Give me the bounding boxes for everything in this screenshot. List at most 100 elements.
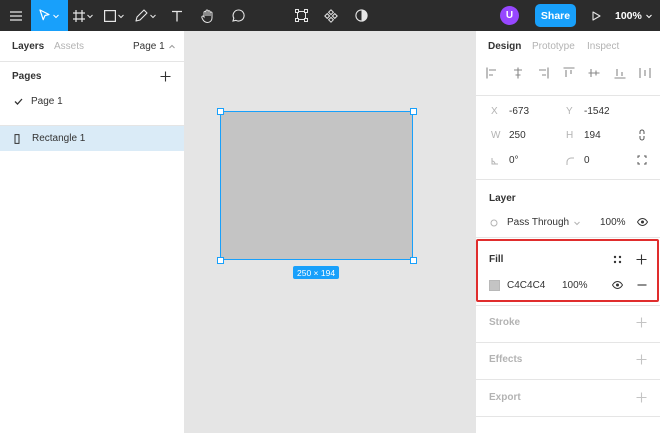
page-item-label: Page 1 bbox=[31, 96, 63, 107]
fill-color-swatch[interactable] bbox=[489, 280, 500, 291]
chevron-down-icon bbox=[118, 14, 124, 18]
layer-opacity-field[interactable]: 100% bbox=[600, 217, 626, 228]
x-value: -673 bbox=[509, 106, 530, 117]
align-right-icon[interactable] bbox=[537, 67, 549, 79]
constrain-proportions-link-icon[interactable] bbox=[638, 129, 646, 141]
play-icon bbox=[591, 10, 601, 21]
page-selector-label: Page 1 bbox=[133, 41, 165, 52]
resize-handle-top-right[interactable] bbox=[409, 107, 417, 115]
fill-opacity-value: 100% bbox=[562, 280, 588, 291]
selection-size-label: 250 × 194 bbox=[293, 266, 340, 279]
eye-icon[interactable] bbox=[637, 218, 648, 226]
align-top-icon[interactable] bbox=[563, 67, 575, 79]
transform-button[interactable] bbox=[286, 0, 316, 31]
chevron-down-icon bbox=[646, 14, 652, 18]
x-position-field[interactable]: X -673 bbox=[491, 106, 529, 117]
layers-panel: Layers Assets Page 1 Pages Page 1 Rectan… bbox=[0, 31, 185, 433]
width-field[interactable]: W 250 bbox=[491, 130, 526, 141]
y-label: Y bbox=[566, 106, 573, 117]
comment-tool-button[interactable] bbox=[223, 0, 254, 31]
export-section-title: Export bbox=[489, 392, 521, 403]
panel-divider bbox=[476, 179, 660, 180]
pen-tool-button[interactable] bbox=[130, 0, 161, 31]
tab-inspect[interactable]: Inspect bbox=[587, 41, 619, 52]
chevron-down-icon bbox=[149, 14, 156, 18]
add-export-plus-icon[interactable] bbox=[636, 392, 647, 403]
h-label: H bbox=[566, 130, 574, 141]
panel-divider bbox=[476, 342, 660, 343]
add-stroke-plus-icon[interactable] bbox=[636, 317, 647, 328]
move-tool-button[interactable] bbox=[31, 0, 68, 31]
alignment-toolbar bbox=[486, 67, 651, 79]
x-label: X bbox=[491, 106, 498, 117]
style-grid-icon[interactable] bbox=[613, 255, 622, 264]
add-effect-plus-icon[interactable] bbox=[636, 354, 647, 365]
main-menu-button[interactable] bbox=[0, 0, 31, 31]
panel-divider bbox=[476, 237, 660, 238]
page-selector[interactable]: Page 1 bbox=[133, 41, 176, 52]
components-button[interactable] bbox=[316, 0, 346, 31]
selected-rectangle[interactable] bbox=[220, 111, 413, 260]
corner-radius-icon bbox=[566, 157, 574, 165]
blend-mode-dropdown[interactable]: Pass Through bbox=[507, 217, 581, 228]
add-fill-plus-icon[interactable] bbox=[636, 254, 647, 265]
fill-opacity-field[interactable]: 100% bbox=[562, 280, 588, 291]
hand-tool-button[interactable] bbox=[192, 0, 223, 31]
blend-mode-value: Pass Through bbox=[507, 217, 570, 228]
eye-icon[interactable] bbox=[612, 281, 623, 289]
tab-layers[interactable]: Layers bbox=[12, 41, 44, 52]
hamburger-icon bbox=[9, 10, 22, 21]
independent-corners-icon[interactable] bbox=[637, 155, 647, 165]
resize-handle-bottom-left[interactable] bbox=[216, 256, 224, 264]
layer-item-label: Rectangle 1 bbox=[32, 133, 86, 144]
page-item-page-1[interactable]: Page 1 bbox=[14, 96, 63, 107]
resize-handle-bottom-right[interactable] bbox=[409, 256, 417, 264]
y-position-field[interactable]: Y -1542 bbox=[566, 106, 610, 117]
align-left-icon[interactable] bbox=[486, 67, 498, 79]
left-panel-tabs: Layers Assets Page 1 bbox=[0, 31, 184, 62]
panel-divider bbox=[476, 379, 660, 380]
frame-tool-button[interactable] bbox=[68, 0, 99, 31]
layer-item-rectangle-1[interactable]: Rectangle 1 bbox=[0, 126, 184, 151]
distribute-horizontal-icon[interactable] bbox=[639, 67, 651, 79]
tab-prototype[interactable]: Prototype bbox=[532, 41, 575, 52]
fill-section-highlight bbox=[476, 239, 659, 302]
panel-divider bbox=[476, 95, 660, 96]
text-tool-button[interactable] bbox=[161, 0, 192, 31]
resize-handle-top-left[interactable] bbox=[216, 107, 224, 115]
corner-radius-field[interactable]: 0 bbox=[566, 155, 590, 166]
add-page-plus-icon[interactable] bbox=[160, 71, 171, 82]
half-circle-contrast-icon bbox=[354, 9, 368, 22]
rotation-value: 0° bbox=[509, 155, 519, 166]
rotation-field[interactable]: 0° bbox=[491, 155, 519, 166]
rectangle-icon bbox=[104, 9, 116, 22]
share-button[interactable]: Share bbox=[535, 4, 576, 27]
chevron-down-icon bbox=[87, 14, 93, 18]
mask-button[interactable] bbox=[346, 0, 376, 31]
shape-tool-button[interactable] bbox=[99, 0, 130, 31]
cursor-arrow-icon bbox=[39, 9, 50, 21]
align-horizontal-center-icon[interactable] bbox=[512, 67, 524, 79]
remove-fill-minus-icon[interactable] bbox=[637, 280, 647, 290]
user-avatar[interactable]: U bbox=[500, 6, 519, 25]
layer-section-title: Layer bbox=[489, 193, 516, 204]
checkmark-icon bbox=[14, 98, 23, 105]
pages-heading: Pages bbox=[12, 71, 42, 82]
transform-icon bbox=[294, 9, 308, 22]
properties-panel: Design Prototype Inspect X -673 Y -1542 … bbox=[475, 31, 660, 433]
fill-hex-field[interactable]: C4C4C4 bbox=[507, 280, 545, 291]
frame-hash-icon bbox=[73, 9, 85, 22]
pen-icon bbox=[134, 9, 148, 22]
layer-opacity-value: 100% bbox=[600, 217, 626, 228]
tab-design[interactable]: Design bbox=[488, 41, 521, 52]
align-bottom-icon[interactable] bbox=[614, 67, 626, 79]
text-t-icon bbox=[171, 10, 182, 21]
tab-assets[interactable]: Assets bbox=[54, 41, 84, 52]
align-vertical-center-icon[interactable] bbox=[588, 67, 600, 79]
canvas[interactable]: 250 × 194 bbox=[185, 31, 475, 433]
present-button[interactable] bbox=[589, 0, 603, 31]
chevron-down-icon bbox=[574, 221, 580, 225]
zoom-dropdown[interactable]: 100% bbox=[615, 0, 653, 31]
w-value: 250 bbox=[509, 130, 526, 141]
height-field[interactable]: H 194 bbox=[566, 130, 601, 141]
